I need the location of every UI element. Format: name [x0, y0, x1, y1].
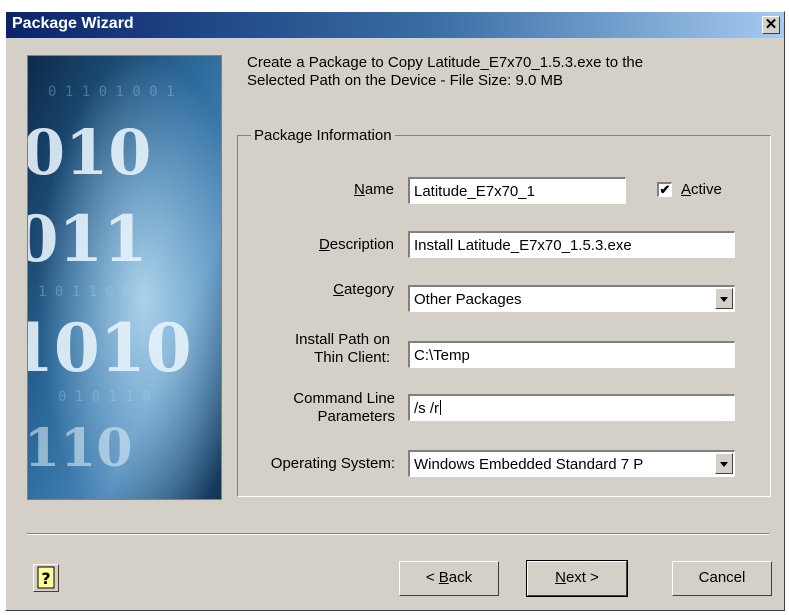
command-line-input[interactable]: /s /r	[408, 394, 735, 421]
name-input[interactable]: Latitude_E7x70_1	[408, 177, 626, 204]
chevron-down-icon[interactable]	[715, 453, 733, 474]
operating-system-select[interactable]: Windows Embedded Standard 7 P	[408, 450, 735, 477]
back-button[interactable]: < Back	[399, 561, 499, 596]
svg-text:1 0 1 1 0 0 1: 1 0 1 1 0 0 1	[38, 284, 148, 300]
binary-row-4: 110	[28, 418, 133, 479]
text-caret	[440, 400, 441, 415]
button-separator	[27, 533, 769, 535]
description-label: Description	[318, 236, 394, 253]
command-line-value: /s /r	[414, 400, 439, 417]
cancel-button[interactable]: Cancel	[672, 561, 772, 596]
binary-row-1: 010	[28, 116, 151, 189]
window-title: Package Wizard	[12, 15, 134, 32]
package-information-label: Package Information	[251, 127, 395, 144]
package-description-text: Create a Package to Copy Latitude_E7x70_…	[247, 54, 747, 90]
category-select[interactable]: Other Packages	[408, 285, 735, 312]
help-icon[interactable]: ?	[33, 564, 59, 592]
operating-system-value: Windows Embedded Standard 7 P	[414, 456, 644, 473]
close-icon[interactable]: ✕	[762, 16, 780, 34]
chevron-down-icon[interactable]	[715, 288, 733, 309]
binary-row-3: 1010	[28, 309, 192, 387]
operating-system-label: Operating System:	[270, 455, 395, 472]
category-value: Other Packages	[414, 291, 522, 308]
command-line-label: Command Line Parameters	[293, 390, 395, 425]
svg-text:?: ?	[41, 569, 50, 588]
name-label: Name	[353, 181, 394, 198]
svg-text:0 1 0 1 1 0: 0 1 0 1 1 0	[58, 389, 151, 405]
svg-text:0 1 1 0 1 0 0 1: 0 1 1 0 1 0 0 1	[48, 84, 174, 100]
active-label[interactable]: Active	[681, 181, 722, 198]
binary-row-2: 011	[28, 202, 148, 277]
install-path-input[interactable]: C:\Temp	[408, 341, 735, 368]
active-checkbox[interactable]: ✔	[657, 182, 672, 197]
title-bar[interactable]: Package Wizard ✕	[6, 12, 784, 38]
description-input[interactable]: Install Latitude_E7x70_1.5.3.exe	[408, 231, 735, 258]
category-label: Category	[333, 281, 394, 298]
intro-line-2: Selected Path on the Device - File Size:…	[247, 72, 563, 89]
intro-line-1: Create a Package to Copy Latitude_E7x70_…	[247, 54, 644, 71]
next-button[interactable]: Next >	[526, 560, 628, 597]
install-path-label: Install Path on Thin Client:	[294, 331, 390, 366]
binary-digits-banner: 010 011 1010 110 0 1 1 0 1 0 0 1 1 0 1 1…	[27, 55, 222, 500]
